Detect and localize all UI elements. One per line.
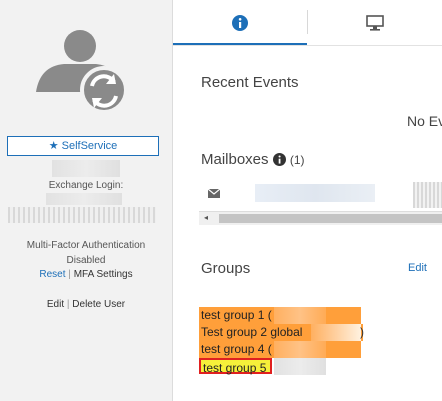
reset-link[interactable]: Reset [39, 269, 65, 280]
edit-user-link[interactable]: Edit [47, 299, 64, 310]
horizontal-scrollbar[interactable]: ◂ [199, 211, 442, 225]
scroll-left-icon[interactable]: ◂ [204, 213, 208, 222]
tab-desktop[interactable] [308, 0, 442, 45]
redacted-group-id [274, 307, 326, 324]
delete-user-link[interactable]: Delete User [72, 299, 125, 310]
redacted-id [8, 207, 156, 223]
redacted-group-id [274, 358, 326, 375]
separator: | [66, 299, 70, 310]
envelope-icon [208, 189, 220, 198]
info-icon [232, 15, 248, 31]
redacted-login [46, 193, 122, 205]
tab-bar [173, 0, 442, 46]
exchange-login-label: Exchange Login: [48, 180, 124, 191]
groups-title: Groups [201, 260, 251, 277]
recent-events-title: Recent Events [201, 74, 299, 91]
user-sync-icon [36, 30, 128, 114]
mailbox-count: (1) [289, 153, 305, 167]
mailboxes-label: Mailboxes [201, 151, 269, 168]
group-name: Test group 2 global [201, 325, 303, 339]
redacted-mailbox [255, 184, 375, 202]
mfa-status: Disabled [66, 255, 106, 266]
mfa-actions: Reset | MFA Settings [0, 269, 172, 280]
mailbox-row[interactable] [199, 178, 442, 210]
mfa-settings-link[interactable]: MFA Settings [74, 269, 133, 280]
group-name: test group 5 [203, 361, 267, 375]
detail-panel: Recent Events No Ev Mailboxes (1) ◂ Grou… [173, 0, 442, 401]
redacted-name [52, 160, 120, 177]
group-item-selected[interactable]: test group 5 [199, 358, 272, 375]
mailboxes-title: Mailboxes (1) [201, 151, 305, 168]
scrollbar-thumb[interactable] [219, 214, 442, 223]
separator: | [68, 269, 71, 280]
star-icon: ★ [48, 140, 59, 152]
redacted-group-id [274, 341, 326, 358]
self-service-label: SelfService [61, 140, 118, 152]
tab-info[interactable] [173, 0, 307, 45]
redacted-mailbox-extra [413, 182, 442, 208]
redacted-group-id [311, 324, 361, 341]
self-service-button[interactable]: ★ SelfService [7, 136, 159, 156]
group-name: test group 4 ( [201, 342, 272, 356]
user-actions: Edit | Delete User [0, 299, 172, 310]
group-suffix: ) [360, 325, 364, 339]
group-name: test group 1 ( [201, 308, 272, 322]
monitor-icon [366, 15, 384, 31]
user-avatar [34, 24, 134, 124]
user-sidebar: ★ SelfService Exchange Login: Multi-Fact… [0, 0, 173, 401]
recent-events-empty: No Ev [407, 113, 442, 129]
info-icon[interactable] [272, 153, 286, 166]
mfa-title: Multi-Factor Authentication [26, 240, 146, 251]
groups-edit-link[interactable]: Edit [408, 262, 427, 274]
